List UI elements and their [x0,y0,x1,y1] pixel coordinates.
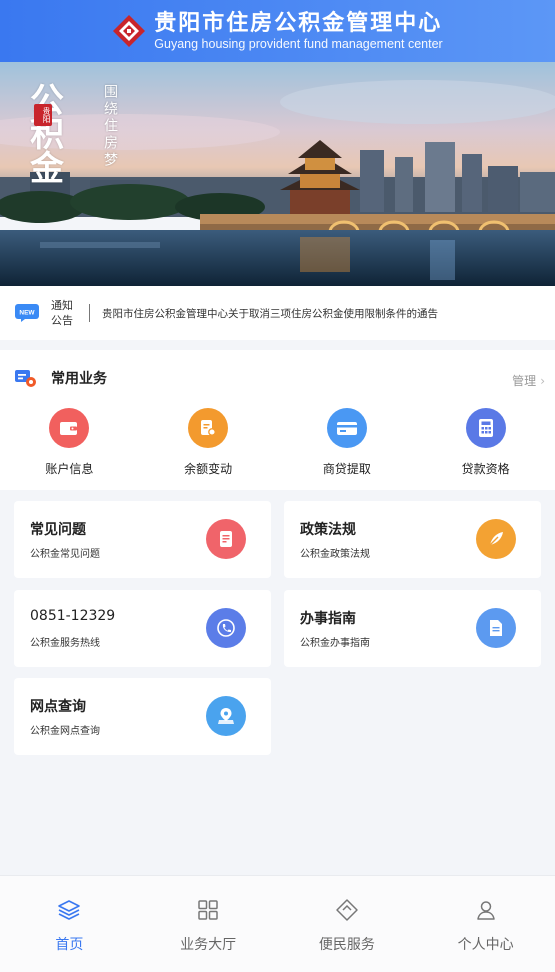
card-title: 0851-12329 [30,608,116,624]
nav-home[interactable]: 首页 [0,876,139,972]
card-branch-lookup[interactable]: 网点查询 公积金网点查询 [14,678,271,755]
service-label: 余额变动 [184,462,233,476]
layers-icon [58,900,81,920]
map-pin-icon [206,696,246,736]
manage-button[interactable]: 管理 › [512,372,545,389]
logo-icon [113,15,146,47]
bottom-navigation: 首页 业务大厅 便民服务 个人中心 [0,875,555,972]
nav-convenience-services[interactable]: 便民服务 [278,876,417,972]
tag-icon [336,899,358,921]
nav-label: 个人中心 [457,937,514,953]
card-subtitle: 公积金网点查询 [30,726,100,737]
new-badge-icon: NEW [15,304,39,322]
user-icon [476,901,495,920]
phone-icon [206,608,246,648]
nav-business-hall[interactable]: 业务大厅 [139,876,278,972]
document-icon [206,519,246,559]
service-label: 账户信息 [45,462,94,476]
services-header: 常用业务 [15,368,107,388]
app-title: 贵阳市住房公积金管理中心 [154,11,443,36]
manage-label: 管理 [512,374,537,388]
nav-label: 便民服务 [318,937,375,953]
card-title: 办事指南 [300,611,356,627]
notice-tag-line2: 公告 [51,314,73,327]
card-subtitle: 公积金办事指南 [300,638,370,649]
calculator-icon [465,408,506,448]
service-balance-change[interactable]: 余额变动 [139,408,278,477]
services-grid: 账户信息 余额变动 商贷提取 贷款资格 [0,408,555,477]
card-subtitle: 公积金常见问题 [30,549,100,560]
notice-divider [89,304,90,322]
app-subtitle: Guyang housing provident fund management… [154,37,443,51]
card-title: 网点查询 [30,699,86,715]
service-loan-eligibility[interactable]: 贷款资格 [416,408,555,477]
card-guide[interactable]: 办事指南 公积金办事指南 [284,590,541,667]
nav-label: 业务大厅 [180,937,237,953]
app-header: 贵阳市住房公积金管理中心 Guyang housing provident fu… [0,0,555,62]
notice-tag-line1: 通知 [51,299,73,312]
grid-icon [198,900,218,920]
file-icon [476,608,516,648]
services-icon [15,370,36,387]
banner-seal: 贵阳 [34,104,52,126]
banner-image[interactable]: 公积金 贵阳 围绕住房梦 [0,62,555,286]
card-title: 常见问题 [30,522,86,538]
document-edit-icon [188,408,229,448]
notice-tag: 通知 公告 [51,298,77,328]
banner-slogan: 围绕住房梦 [102,84,118,169]
chevron-right-icon: › [540,373,545,388]
card-policy[interactable]: 政策法规 公积金政策法规 [284,501,541,578]
nav-label: 首页 [55,937,84,953]
common-services-panel: 常用业务 管理 › 账户信息 余额变动 商贷提取 贷款资格 [0,350,555,490]
card-subtitle: 公积金服务热线 [30,638,100,649]
nav-personal-center[interactable]: 个人中心 [416,876,555,972]
notice-bar[interactable]: NEW 通知 公告 贵阳市住房公积金管理中心关于取消三项住房公积金使用限制条件的… [0,286,555,340]
services-title: 常用业务 [51,371,107,387]
service-account-info[interactable]: 账户信息 [0,408,139,477]
card-subtitle: 公积金政策法规 [300,549,370,560]
card-hotline[interactable]: 0851-12329 公积金服务热线 [14,590,271,667]
notice-text[interactable]: 贵阳市住房公积金管理中心关于取消三项住房公积金使用限制条件的通告 [102,306,438,321]
service-commercial-loan-withdrawal[interactable]: 商贷提取 [278,408,417,477]
card-icon [326,408,367,448]
wallet-icon [49,408,90,448]
card-faq[interactable]: 常见问题 公积金常见问题 [14,501,271,578]
card-title: 政策法规 [300,522,356,538]
service-label: 贷款资格 [461,462,510,476]
banner-cityscape [0,62,555,286]
svg-text:NEW: NEW [19,310,35,317]
banner-calligraphy: 公积金 [30,81,64,189]
service-label: 商贷提取 [322,462,371,476]
feather-pen-icon [476,519,516,559]
